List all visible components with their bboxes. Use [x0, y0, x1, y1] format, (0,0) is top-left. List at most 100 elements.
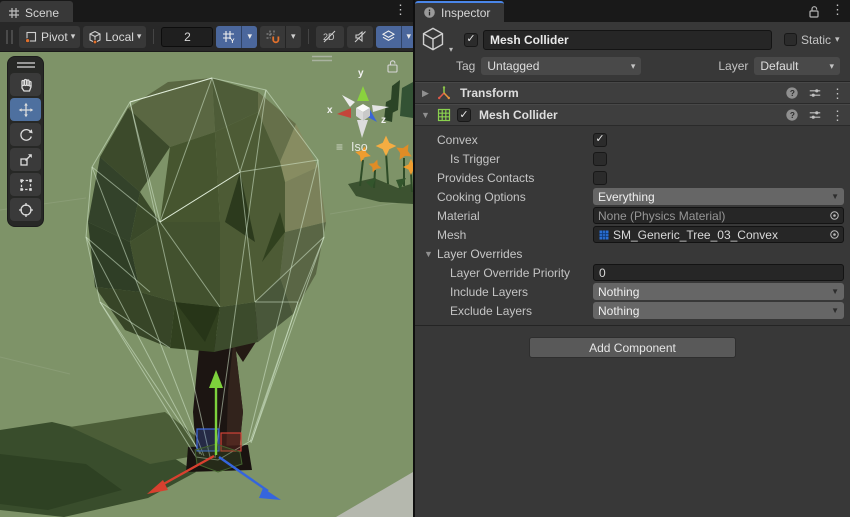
pivot-dropdown[interactable]: Pivot ▾ [19, 26, 80, 48]
check-icon: ✓ [595, 134, 604, 145]
foldout-open-icon[interactable]: ▼ [420, 110, 431, 120]
grid-size-input[interactable] [161, 27, 213, 47]
snap-toggle[interactable] [260, 26, 285, 48]
local-label: Local [105, 30, 134, 44]
mesh-value: SM_Generic_Tree_03_Convex [613, 228, 778, 242]
convex-checkbox[interactable]: ✓ [593, 133, 607, 147]
scene-tabbar: Scene ⋮ [0, 0, 413, 22]
rotate-tool-button[interactable] [10, 123, 41, 146]
component-menu-kebab-icon[interactable]: ⋮ [831, 87, 844, 100]
axis-x-label: x [327, 105, 333, 116]
gameobject-enabled-checkbox[interactable]: ✓ [464, 33, 478, 47]
help-icon[interactable]: ? [785, 86, 799, 100]
is-trigger-checkbox[interactable] [593, 152, 607, 166]
object-picker-icon[interactable] [825, 227, 843, 242]
transform-tool-button[interactable] [10, 198, 41, 221]
effects-options-dropdown[interactable]: ▾ [401, 26, 414, 48]
move-tool-button[interactable] [10, 98, 41, 121]
material-object-field[interactable]: None (Physics Material) [593, 207, 844, 224]
audio-muted-icon [352, 29, 368, 44]
material-label: Material [437, 209, 593, 223]
scale-tool-button[interactable] [10, 148, 41, 171]
mesh-asset-icon [598, 229, 610, 241]
static-dropdown[interactable]: ▾ [835, 35, 840, 44]
chevron-down-icon: ▼ [831, 192, 839, 201]
projection-label: Iso [351, 140, 368, 154]
convex-label: Convex [437, 133, 593, 147]
presets-icon[interactable] [808, 86, 822, 100]
scene-toolbar: Pivot ▾ Local ▾ Y ▾ [0, 22, 413, 52]
exclude-layers-row: Exclude Layers Nothing ▼ [415, 301, 850, 320]
foldout-closed-icon[interactable]: ▶ [420, 88, 431, 99]
inspector-tabbar: Inspector ⋮ [415, 0, 850, 22]
projection-toggle[interactable]: ≡ Iso [336, 140, 368, 154]
add-component-button[interactable]: Add Component [529, 337, 736, 358]
chevron-down-icon: ▼ [831, 287, 839, 296]
view-hand-tool-button[interactable] [10, 73, 41, 96]
provides-contacts-label: Provides Contacts [437, 171, 593, 185]
presets-icon[interactable] [808, 108, 822, 122]
layer-dropdown[interactable]: Default ▾ [754, 57, 840, 75]
include-layers-row: Include Layers Nothing ▼ [415, 282, 850, 301]
scene-effects-toggle[interactable] [376, 26, 401, 48]
layer-override-priority-input[interactable] [593, 264, 844, 281]
mesh-collider-icon [436, 107, 452, 123]
static-label: Static [801, 33, 831, 47]
grid-options-dropdown[interactable]: ▾ [241, 26, 257, 48]
material-row: Material None (Physics Material) [415, 206, 850, 225]
scene-viewport[interactable]: y x z ≡ Iso [0, 52, 413, 517]
scene-audio-toggle[interactable] [347, 26, 373, 48]
exclude-layers-label: Exclude Layers [437, 304, 593, 318]
include-layers-label: Include Layers [437, 285, 593, 299]
check-icon: ✓ [466, 34, 475, 45]
object-picker-icon[interactable] [825, 208, 843, 223]
static-checkbox[interactable] [784, 33, 797, 46]
tag-dropdown[interactable]: Untagged ▾ [481, 57, 641, 75]
axis-y-label: y [358, 68, 364, 79]
gameobject-icon-button[interactable]: ▾ [420, 26, 452, 53]
rect-tool-button[interactable] [10, 173, 41, 196]
mesh-object-field[interactable]: SM_Generic_Tree_03_Convex [593, 226, 844, 243]
scene-panel: Scene ⋮ Pivot ▾ Local ▾ [0, 0, 413, 517]
tools-overlay-handle[interactable] [17, 62, 35, 68]
component-menu-kebab-icon[interactable]: ⋮ [831, 109, 844, 122]
tag-value: Untagged [487, 59, 539, 73]
local-cube-icon [88, 30, 102, 44]
tag-label: Tag [456, 59, 475, 73]
move-icon [18, 102, 34, 118]
include-layers-dropdown[interactable]: Nothing ▼ [593, 283, 844, 300]
snap-options-dropdown[interactable]: ▾ [285, 26, 301, 48]
transform-component-header[interactable]: ▶ Transform ? ⋮ [415, 82, 850, 104]
tab-scene[interactable]: Scene [0, 1, 73, 22]
help-icon[interactable]: ? [785, 108, 799, 122]
exclude-layers-value: Nothing [598, 304, 639, 318]
scene-menu-kebab-icon[interactable]: ⋮ [392, 3, 413, 19]
provides-contacts-checkbox[interactable] [593, 171, 607, 185]
convex-row: Convex ✓ [415, 130, 850, 149]
2d-off-icon: 2D [321, 29, 339, 44]
inspector-empty-area [415, 368, 850, 517]
toolbar-drag-handle[interactable] [6, 30, 13, 44]
exclude-layers-dropdown[interactable]: Nothing ▼ [593, 302, 844, 319]
lock-icon[interactable] [807, 4, 821, 19]
mesh-collider-title: Mesh Collider [479, 108, 780, 122]
info-icon [423, 6, 436, 19]
scene-3d-view[interactable]: y x z ≡ Iso [0, 52, 413, 517]
svg-text:?: ? [790, 110, 795, 120]
local-dropdown[interactable]: Local ▾ [83, 26, 146, 48]
cooking-options-dropdown[interactable]: Everything ▼ [593, 188, 844, 205]
mesh-collider-component-header[interactable]: ▼ ✓ Mesh Collider ? ⋮ [415, 104, 850, 126]
provides-contacts-row: Provides Contacts [415, 168, 850, 187]
is-trigger-row: Is Trigger [415, 149, 850, 168]
transform-title: Transform [460, 86, 780, 100]
layer-overrides-foldout[interactable]: ▼ Layer Overrides [415, 244, 850, 263]
cooking-options-row: Cooking Options Everything ▼ [415, 187, 850, 206]
grid-visibility-toggle[interactable]: Y [216, 26, 241, 48]
inspector-menu-kebab-icon[interactable]: ⋮ [829, 3, 850, 19]
check-icon: ✓ [459, 110, 468, 121]
2d-mode-toggle[interactable]: 2D [316, 26, 344, 48]
mesh-collider-enabled-checkbox[interactable]: ✓ [457, 108, 471, 122]
transform-icon [436, 85, 452, 101]
tab-inspector[interactable]: Inspector [415, 1, 504, 22]
gameobject-name-input[interactable] [483, 30, 772, 50]
